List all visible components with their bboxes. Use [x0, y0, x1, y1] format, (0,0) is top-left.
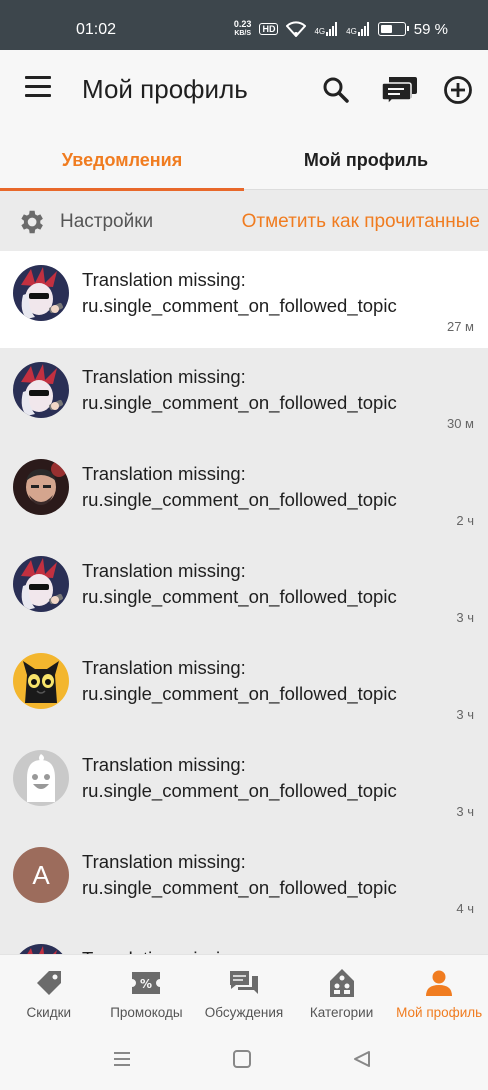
avatar: A: [13, 847, 69, 903]
avatar: [13, 653, 69, 709]
person-icon: [424, 967, 454, 999]
recents-menu-icon[interactable]: [112, 1050, 132, 1068]
status-icons: 0.23 KB/S HD 4G 4G 59 %: [234, 20, 448, 38]
tab-bar: Уведомления Мой профиль: [0, 130, 488, 191]
search-icon[interactable]: [316, 70, 356, 110]
avatar: [13, 750, 69, 806]
notification-time: 4 ч: [456, 901, 474, 916]
status-time: 01:02: [76, 21, 117, 38]
notification-item[interactable]: Translation missing: ru.single_comment_o…: [0, 445, 488, 542]
battery-percent: 59 %: [413, 20, 448, 38]
cat-avatar-icon: [13, 653, 69, 709]
category-icon: [327, 967, 357, 999]
notification-time: 3 ч: [456, 804, 474, 819]
notification-item[interactable]: Translation missing: ru.single_comment_o…: [0, 251, 488, 348]
notification-time: 30 м: [446, 416, 474, 431]
nav-discounts[interactable]: Скидки: [0, 955, 98, 1030]
ghost-avatar-icon: [13, 750, 69, 806]
notification-text: Translation missing: ru.single_comment_o…: [82, 560, 397, 607]
page-title: Мой профиль: [82, 74, 248, 104]
wifi-icon: [286, 21, 307, 37]
bottom-nav: Скидки % Промокоды Обсуждения Категории …: [0, 954, 488, 1030]
notification-item[interactable]: Translation missing: ru.single_comment_o…: [0, 348, 488, 445]
gear-icon[interactable]: [16, 207, 46, 237]
signal-4g-icon: 4G: [346, 22, 370, 36]
settings-link[interactable]: Настройки: [60, 211, 153, 233]
avatar: [13, 944, 69, 954]
menu-icon[interactable]: [22, 76, 54, 104]
notification-list: Translation missing: ru.single_comment_o…: [0, 251, 488, 954]
notification-item[interactable]: Translation missing: ru.single_comment_o…: [0, 639, 488, 736]
notification-text: Translation missing: ru.single_comment_o…: [82, 269, 397, 316]
coupon-icon: %: [130, 967, 162, 999]
notification-time: 3 ч: [456, 707, 474, 722]
nav-categories[interactable]: Категории: [293, 955, 391, 1030]
nav-discussions[interactable]: Обсуждения: [195, 955, 293, 1030]
app-bar: Мой профиль: [0, 50, 488, 130]
battery-icon: [377, 22, 409, 36]
punk-avatar-icon: [13, 944, 69, 954]
man-avatar-icon: [13, 459, 69, 515]
punk-avatar-icon: [13, 362, 69, 418]
notification-text: Translation missing: ru.single_comment_o…: [82, 366, 397, 413]
notification-item[interactable]: Translation missing: ru.single_comment_o…: [0, 542, 488, 639]
status-bar: 01:02 0.23 KB/S HD 4G 4G 59 %: [0, 0, 488, 50]
notification-time: 27 м: [446, 319, 474, 334]
notification-item[interactable]: Translation missing: ru.single_comment_o…: [0, 736, 488, 833]
notification-text: Translation missing: ru.single_comment_o…: [82, 851, 397, 898]
svg-text:%: %: [140, 977, 152, 991]
notification-time: 2 ч: [456, 513, 474, 528]
avatar: [13, 362, 69, 418]
tag-icon: [33, 967, 65, 999]
notification-text: Translation missing: ru.single_comment_o…: [82, 657, 397, 704]
hd-icon: HD: [259, 23, 279, 35]
forum-icon: [228, 967, 260, 999]
system-nav-bar: [0, 1030, 488, 1090]
notification-time: 3 ч: [456, 610, 474, 625]
add-circle-icon[interactable]: [438, 70, 478, 110]
letter-avatar: A: [13, 847, 69, 903]
avatar: [13, 265, 69, 321]
back-triangle-icon[interactable]: [352, 1050, 372, 1068]
punk-avatar-icon: [13, 265, 69, 321]
notification-item[interactable]: A Translation missing: ru.single_comment…: [0, 833, 488, 930]
avatar: [13, 459, 69, 515]
mark-all-read-button[interactable]: Отметить как прочитанные: [242, 211, 480, 233]
settings-bar: Настройки Отметить как прочитанные: [0, 191, 488, 251]
avatar: [13, 556, 69, 612]
nav-promocodes[interactable]: % Промокоды: [98, 955, 196, 1030]
notification-item[interactable]: Translation missing:: [0, 930, 488, 954]
signal-4g-icon: 4G: [314, 22, 338, 36]
punk-avatar-icon: [13, 556, 69, 612]
notification-text: Translation missing:: [82, 946, 246, 954]
tab-notifications[interactable]: Уведомления: [0, 130, 244, 191]
notification-text: Translation missing: ru.single_comment_o…: [82, 463, 397, 510]
nav-my-profile[interactable]: Мой профиль: [390, 955, 488, 1030]
home-square-icon[interactable]: [232, 1050, 252, 1068]
network-speed: 0.23 KB/S: [233, 19, 252, 38]
chat-icon[interactable]: [380, 70, 420, 110]
tab-my-profile[interactable]: Мой профиль: [244, 130, 488, 190]
notification-text: Translation missing: ru.single_comment_o…: [82, 754, 397, 801]
